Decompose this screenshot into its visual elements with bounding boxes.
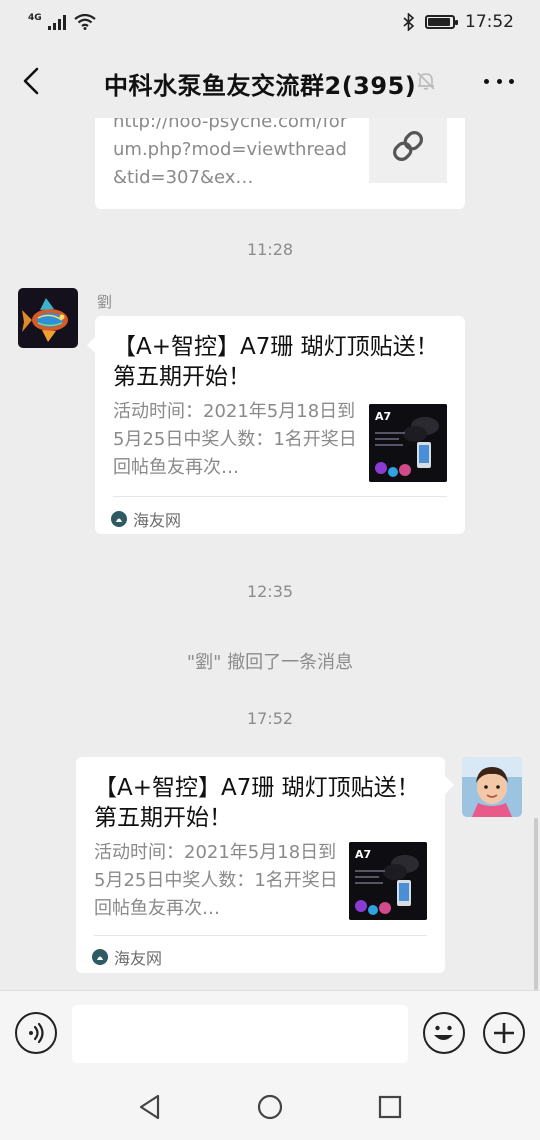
recall-notice: "劉" 撤回了一条消息	[186, 652, 354, 673]
more-button[interactable]	[484, 70, 514, 92]
article-title: 【A+智控】A7珊 瑚灯顶贴送！第五期开始！	[94, 775, 420, 831]
product-thumbnail-image: A7	[369, 404, 447, 482]
more-dot	[509, 78, 514, 84]
child-avatar-image	[462, 757, 522, 817]
battery-level	[428, 18, 450, 26]
article-share-card[interactable]: 【A+智控】A7珊 瑚灯顶贴送！第五期开始！ 活动时间：2021年5月18日到5…	[76, 757, 445, 973]
source-logo-icon	[111, 511, 127, 527]
sender-name: 劉	[97, 293, 113, 311]
emoji-button[interactable]	[423, 1012, 465, 1054]
source-name: 海友网	[114, 949, 163, 968]
link-text: http://noo-psyche.com/forum.php?mod=view…	[113, 118, 348, 188]
network-type: 4G	[28, 12, 42, 23]
back-triangle-icon	[139, 1094, 160, 1120]
message-timestamp: 11:28	[246, 240, 294, 259]
back-arrow-icon	[23, 67, 39, 95]
signal-icon	[47, 15, 66, 30]
system-home-button[interactable]	[257, 1094, 283, 1120]
home-circle-icon	[257, 1094, 283, 1120]
message-timestamp: 12:35	[246, 582, 294, 601]
system-recents-button[interactable]	[377, 1094, 403, 1120]
link-message-card[interactable]: http://noo-psyche.com/forum.php?mod=view…	[95, 118, 465, 209]
article-title: 【A+智控】A7珊 瑚灯顶贴送！第五期开始！	[113, 334, 439, 390]
article-thumbnail: A7	[349, 842, 427, 920]
chat-scrollbar[interactable]	[534, 818, 538, 990]
chat-messages[interactable]: http://noo-psyche.com/forum.php?mod=view…	[0, 118, 540, 990]
battery-icon	[425, 15, 458, 29]
status-left: 4G	[28, 12, 96, 30]
recents-square-icon	[378, 1095, 402, 1119]
back-button[interactable]	[16, 64, 46, 98]
article-share-card[interactable]: 【A+智控】A7珊 瑚灯顶贴送！第五期开始！ 活动时间：2021年5月18日到5…	[95, 316, 465, 534]
bubble-tail	[445, 776, 454, 794]
article-description: 活动时间：2021年5月18日到5月25日中奖人数：1名开奖日回帖鱼友再次…	[113, 401, 357, 478]
status-bar: 4G 17:52	[0, 0, 540, 44]
status-right: 17:52	[403, 12, 514, 32]
system-back-button[interactable]	[137, 1094, 163, 1120]
voice-button[interactable]	[15, 1012, 57, 1054]
self-avatar[interactable]	[462, 757, 522, 817]
article-source: 海友网	[111, 507, 181, 531]
emoji-icon	[434, 1025, 453, 1040]
plus-button[interactable]	[483, 1012, 525, 1054]
voice-icon	[29, 1022, 44, 1044]
product-thumbnail-image: A7	[349, 842, 427, 920]
card-divider	[113, 496, 447, 497]
sender-avatar[interactable]	[18, 288, 78, 348]
mute-bell-icon	[417, 72, 435, 90]
chat-title: 中科水泵鱼友交流群2(395)	[104, 72, 417, 100]
message-timestamp: 17:52	[246, 709, 294, 728]
more-dot	[496, 78, 502, 84]
card-divider	[94, 935, 427, 936]
link-icon	[393, 130, 423, 161]
input-bar	[0, 990, 540, 1074]
article-source: 海友网	[92, 945, 162, 969]
link-thumbnail	[369, 118, 447, 183]
article-description: 活动时间：2021年5月18日到5月25日中奖人数：1名开奖日回帖鱼友再次…	[94, 842, 338, 919]
system-nav-bar	[0, 1074, 540, 1140]
fish-avatar-image	[18, 288, 78, 348]
thumb-label: A7	[355, 848, 371, 861]
article-thumbnail: A7	[369, 404, 447, 482]
thumb-label: A7	[375, 410, 391, 423]
wifi-icon	[73, 14, 96, 30]
message-input[interactable]	[72, 1005, 408, 1063]
more-dot	[484, 78, 489, 84]
status-time: 17:52	[465, 12, 514, 32]
source-name: 海友网	[133, 511, 182, 530]
bluetooth-icon	[403, 13, 415, 31]
plus-icon	[494, 1023, 514, 1043]
source-logo-icon	[92, 949, 108, 965]
chat-header: 中科水泵鱼友交流群2(395)	[0, 44, 540, 118]
